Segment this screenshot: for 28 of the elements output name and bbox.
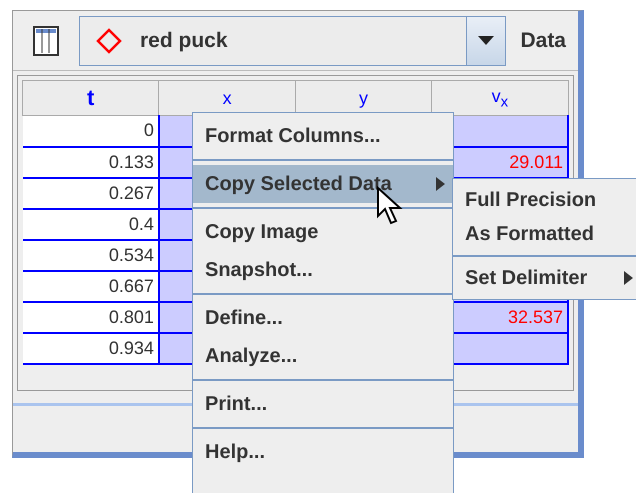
column-header[interactable]: x [158, 80, 296, 116]
table-cell: 0.267 [22, 178, 159, 208]
table-cell: 0.667 [22, 270, 159, 302]
table-cell: 0.801 [22, 302, 159, 332]
table-cell: 0 [22, 116, 159, 146]
menu-item[interactable]: Analyze... [193, 337, 453, 375]
submenu-arrow-icon [624, 271, 633, 285]
table-icon[interactable] [33, 26, 59, 56]
table-cell: 0.534 [22, 240, 159, 270]
menu-item[interactable]: As Formatted [453, 217, 636, 251]
column-header[interactable]: v$_{x}$ [432, 80, 568, 116]
submenu-arrow-icon [436, 177, 445, 191]
track-dropdown[interactable]: red puck [79, 16, 506, 66]
menu-item[interactable]: Set Delimiter [453, 261, 636, 295]
table-cell: 0.133 [22, 146, 159, 178]
table-cell: 0.934 [22, 332, 159, 364]
menu-item[interactable]: Print... [193, 385, 453, 423]
track-name: red puck [140, 28, 228, 52]
data-label: Data [519, 28, 567, 52]
table-cell: 0.4 [22, 208, 159, 240]
menu-item[interactable]: Help... [193, 433, 453, 471]
dropdown-arrow-icon[interactable] [478, 36, 494, 45]
menu-item[interactable]: Copy Image [193, 213, 453, 251]
menu-item[interactable]: Full Precision [453, 183, 636, 217]
menu-item[interactable]: Copy Selected Data [193, 165, 453, 203]
menu-item[interactable]: Snapshot... [193, 251, 453, 289]
column-header[interactable]: t [22, 80, 159, 116]
diamond-icon [96, 28, 122, 54]
